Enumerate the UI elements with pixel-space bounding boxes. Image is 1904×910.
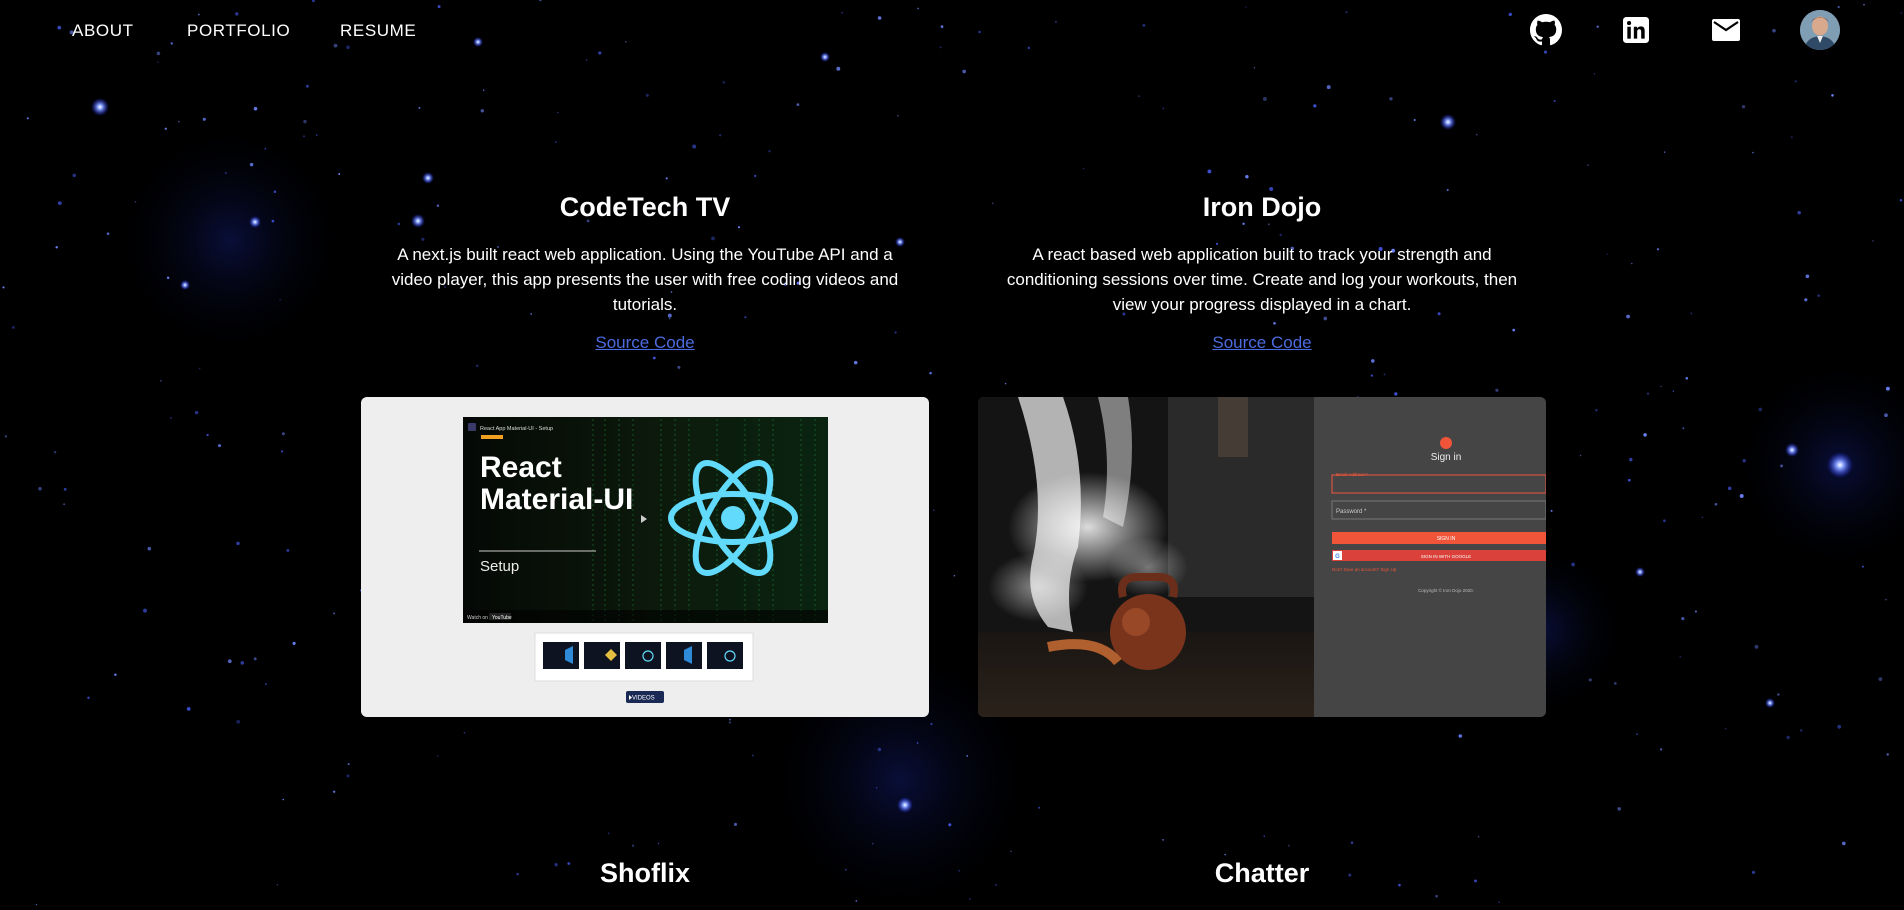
project-title-chatter: Chatter: [1214, 858, 1310, 888]
mail-icon[interactable]: [1706, 10, 1746, 50]
signin-button-label: SIGN IN: [1437, 536, 1456, 542]
signup-link[interactable]: Don't have an account? Sign Up: [1332, 567, 1397, 572]
copyright-text: Copyright © Iron Dojo 2020.: [1418, 587, 1474, 593]
avatar[interactable]: [1800, 10, 1840, 50]
nav-portfolio-link[interactable]: PORTFOLIO: [187, 21, 290, 41]
video-headline-material: Material-UI: [480, 483, 633, 516]
source-code-link[interactable]: Source Code: [595, 333, 694, 353]
youtube-text: YouTube: [492, 615, 512, 621]
linkedin-icon[interactable]: [1616, 10, 1656, 50]
video-title-text: React App Material-UI - Setup: [480, 426, 553, 432]
source-code-link[interactable]: Source Code: [1212, 333, 1311, 353]
nav-resume-link[interactable]: RESUME: [340, 21, 416, 41]
project-description: A react based web application built to t…: [1006, 245, 1518, 314]
video-subhead: Setup: [480, 558, 519, 575]
watch-on-text: Watch on: [467, 615, 488, 621]
video-headline-react: React: [480, 451, 562, 484]
irondojo-screenshot[interactable]: Sign in Email Address * Password * SIGN …: [978, 397, 1546, 717]
google-icon: G: [1335, 554, 1340, 560]
lock-icon: [1440, 437, 1452, 449]
starfield-background: [2, 0, 1904, 910]
signin-heading: Sign in: [1431, 452, 1462, 463]
videos-button-label: VIDEOS: [632, 696, 655, 702]
project-description: A next.js built react web application. U…: [391, 245, 899, 314]
top-navbar: ABOUT PORTFOLIO RESUME: [0, 0, 1904, 62]
project-title: CodeTech TV: [559, 192, 731, 222]
google-button-label: SIGN IN WITH GOOGLE: [1421, 554, 1471, 559]
github-icon[interactable]: [1526, 10, 1566, 50]
video-thumbnail-list[interactable]: [543, 642, 743, 669]
project-card-codetech: CodeTech TV A next.js built react web ap…: [361, 190, 929, 353]
project-card-irondojo: Iron Dojo A react based web application …: [978, 190, 1546, 353]
email-field-label: Email Address *: [1336, 472, 1368, 477]
password-field-label: Password *: [1336, 509, 1367, 515]
codetech-screenshot[interactable]: React App Material-UI - Setup React Mate…: [361, 397, 929, 717]
nav-about-link[interactable]: ABOUT: [72, 21, 134, 41]
project-title-shoflix: Shoflix: [599, 858, 690, 888]
project-title: Iron Dojo: [1202, 192, 1322, 222]
